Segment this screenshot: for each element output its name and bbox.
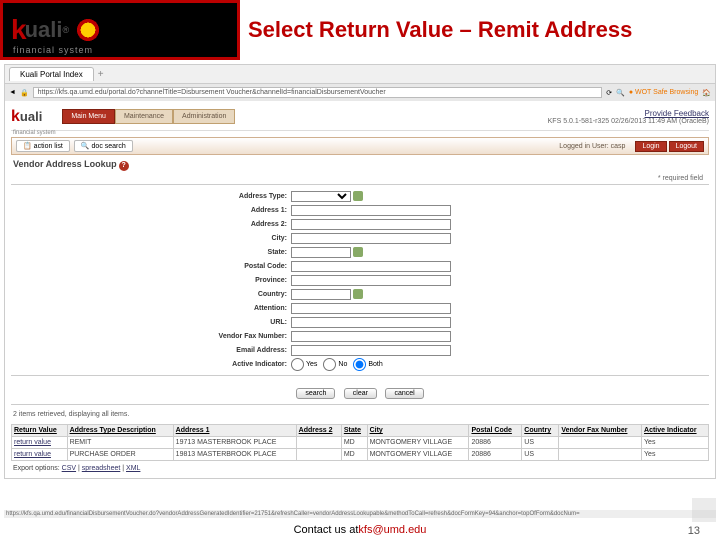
login-button[interactable]: Login bbox=[635, 141, 666, 152]
radio-yes[interactable]: Yes bbox=[291, 358, 317, 371]
attention-input[interactable] bbox=[291, 303, 451, 314]
tab-main-menu[interactable]: Main Menu bbox=[62, 109, 115, 124]
table-row: return valuePURCHASE ORDER19813 MASTERBR… bbox=[12, 449, 709, 461]
export-csv-link[interactable]: CSV bbox=[62, 465, 76, 472]
label-province: Province: bbox=[11, 277, 291, 284]
state-input[interactable] bbox=[291, 247, 351, 258]
footer-logo-icon bbox=[692, 498, 716, 522]
cancel-button[interactable]: cancel bbox=[385, 388, 423, 399]
province-input[interactable] bbox=[291, 275, 451, 286]
label-email: Email Address: bbox=[11, 347, 291, 354]
browser-status-bar: https://kfs.qa.umd.edu/financialDisburse… bbox=[4, 510, 716, 518]
action-list-button[interactable]: 📋 action list bbox=[16, 140, 70, 152]
slide-title: Select Return Value – Remit Address bbox=[248, 17, 632, 43]
wot-badge: ● WOT Safe Browsing bbox=[629, 89, 698, 96]
logo-reg: ® bbox=[62, 25, 69, 35]
fax-input[interactable] bbox=[291, 331, 451, 342]
tab-maintenance[interactable]: Maintenance bbox=[115, 109, 173, 124]
lookup-icon[interactable] bbox=[353, 191, 363, 201]
label-city: City: bbox=[11, 235, 291, 242]
label-address-type: Address Type: bbox=[11, 193, 291, 200]
doc-search-button[interactable]: 🔍 doc search bbox=[74, 140, 133, 152]
city-input[interactable] bbox=[291, 233, 451, 244]
home-icon[interactable]: 🏠 bbox=[702, 89, 711, 97]
col-active[interactable]: Active Indicator bbox=[642, 425, 709, 437]
address2-input[interactable] bbox=[291, 219, 451, 230]
lock-icon: 🔒 bbox=[20, 89, 29, 97]
provide-feedback-link[interactable]: Provide Feedback bbox=[548, 109, 709, 118]
label-fax: Vendor Fax Number: bbox=[11, 333, 291, 340]
maryland-seal-icon bbox=[75, 17, 101, 43]
new-tab-icon[interactable]: + bbox=[98, 69, 104, 80]
logo-uali: uali bbox=[25, 17, 63, 43]
lookup-icon[interactable] bbox=[353, 289, 363, 299]
col-type[interactable]: Address Type Description bbox=[67, 425, 173, 437]
button-row: search clear cancel bbox=[11, 378, 709, 405]
browser-tab[interactable]: Kuali Portal Index bbox=[9, 67, 94, 81]
kuali-logo: k uali ® financial system bbox=[0, 0, 240, 60]
search-icon[interactable]: 🔍 bbox=[616, 89, 625, 97]
return-value-link[interactable]: return value bbox=[14, 439, 51, 446]
help-icon[interactable]: ? bbox=[119, 161, 129, 171]
logged-in-user: Logged in User: casp bbox=[559, 143, 625, 150]
label-address1: Address 1: bbox=[11, 207, 291, 214]
search-button[interactable]: search bbox=[296, 388, 335, 399]
app-logo-uali: uali bbox=[20, 109, 42, 124]
export-options: Export options: CSV | spreadsheet | XML bbox=[11, 461, 709, 476]
lookup-icon[interactable] bbox=[353, 247, 363, 257]
app-header: k uali Main Menu Maintenance Administrat… bbox=[11, 103, 709, 131]
label-attention: Attention: bbox=[11, 305, 291, 312]
url-input[interactable]: https://kfs.qa.umd.edu/portal.do?channel… bbox=[33, 87, 603, 98]
label-postal: Postal Code: bbox=[11, 263, 291, 270]
col-fax[interactable]: Vendor Fax Number bbox=[559, 425, 642, 437]
return-value-link[interactable]: return value bbox=[14, 451, 51, 458]
country-input[interactable] bbox=[291, 289, 351, 300]
radio-both[interactable]: Both bbox=[353, 358, 382, 371]
col-a2[interactable]: Address 2 bbox=[296, 425, 341, 437]
export-xml-link[interactable]: XML bbox=[126, 465, 140, 472]
required-legend: * required field bbox=[11, 175, 709, 182]
export-spreadsheet-link[interactable]: spreadsheet bbox=[82, 465, 121, 472]
clear-button[interactable]: clear bbox=[344, 388, 377, 399]
reload-icon[interactable]: ⟳ bbox=[606, 89, 612, 97]
app-logo-subtitle: financial system bbox=[13, 130, 709, 136]
label-country: Country: bbox=[11, 291, 291, 298]
contact-email: kfs@umd.edu bbox=[358, 524, 426, 536]
postal-input[interactable] bbox=[291, 261, 451, 272]
slide-footer: Contact us at kfs@umd.edu bbox=[0, 520, 720, 540]
browser-window: Kuali Portal Index + ◄ 🔒 https://kfs.qa.… bbox=[4, 64, 716, 479]
label-active: Active Indicator: bbox=[11, 361, 291, 368]
col-country[interactable]: Country bbox=[522, 425, 559, 437]
col-return[interactable]: Return Value bbox=[12, 425, 68, 437]
label-address2: Address 2: bbox=[11, 221, 291, 228]
email-input[interactable] bbox=[291, 345, 451, 356]
logo-subtitle: financial system bbox=[13, 45, 93, 55]
browser-toolbar: ◄ 🔒 https://kfs.qa.umd.edu/portal.do?cha… bbox=[5, 83, 715, 101]
url-input-field[interactable] bbox=[291, 317, 451, 328]
label-url: URL: bbox=[11, 319, 291, 326]
version-text: KFS 5.0.1-581-r325 02/26/2013 11:49 AM (… bbox=[548, 118, 709, 125]
col-postal[interactable]: Postal Code bbox=[469, 425, 522, 437]
address-type-select[interactable] bbox=[291, 191, 351, 202]
results-message: 2 items retrieved, displaying all items. bbox=[11, 405, 709, 424]
page-title: Vendor Address Lookup? bbox=[11, 155, 709, 175]
tab-administration[interactable]: Administration bbox=[173, 109, 235, 124]
action-bar: 📋 action list 🔍 doc search Logged in Use… bbox=[11, 137, 709, 155]
radio-no[interactable]: No bbox=[323, 358, 347, 371]
label-state: State: bbox=[11, 249, 291, 256]
browser-tab-bar: Kuali Portal Index + bbox=[5, 65, 715, 83]
search-form: Address Type: Address 1: Address 2: City… bbox=[11, 184, 709, 376]
col-a1[interactable]: Address 1 bbox=[173, 425, 296, 437]
address1-input[interactable] bbox=[291, 205, 451, 216]
table-row: return valueREMIT19713 MASTERBROOK PLACE… bbox=[12, 437, 709, 449]
results-table: Return Value Address Type Description Ad… bbox=[11, 424, 709, 461]
col-state[interactable]: State bbox=[341, 425, 367, 437]
logout-button[interactable]: Logout bbox=[669, 141, 704, 152]
page-number: 13 bbox=[688, 525, 700, 537]
back-icon[interactable]: ◄ bbox=[9, 89, 16, 96]
col-city[interactable]: City bbox=[367, 425, 469, 437]
app-logo-k: k bbox=[11, 108, 20, 126]
